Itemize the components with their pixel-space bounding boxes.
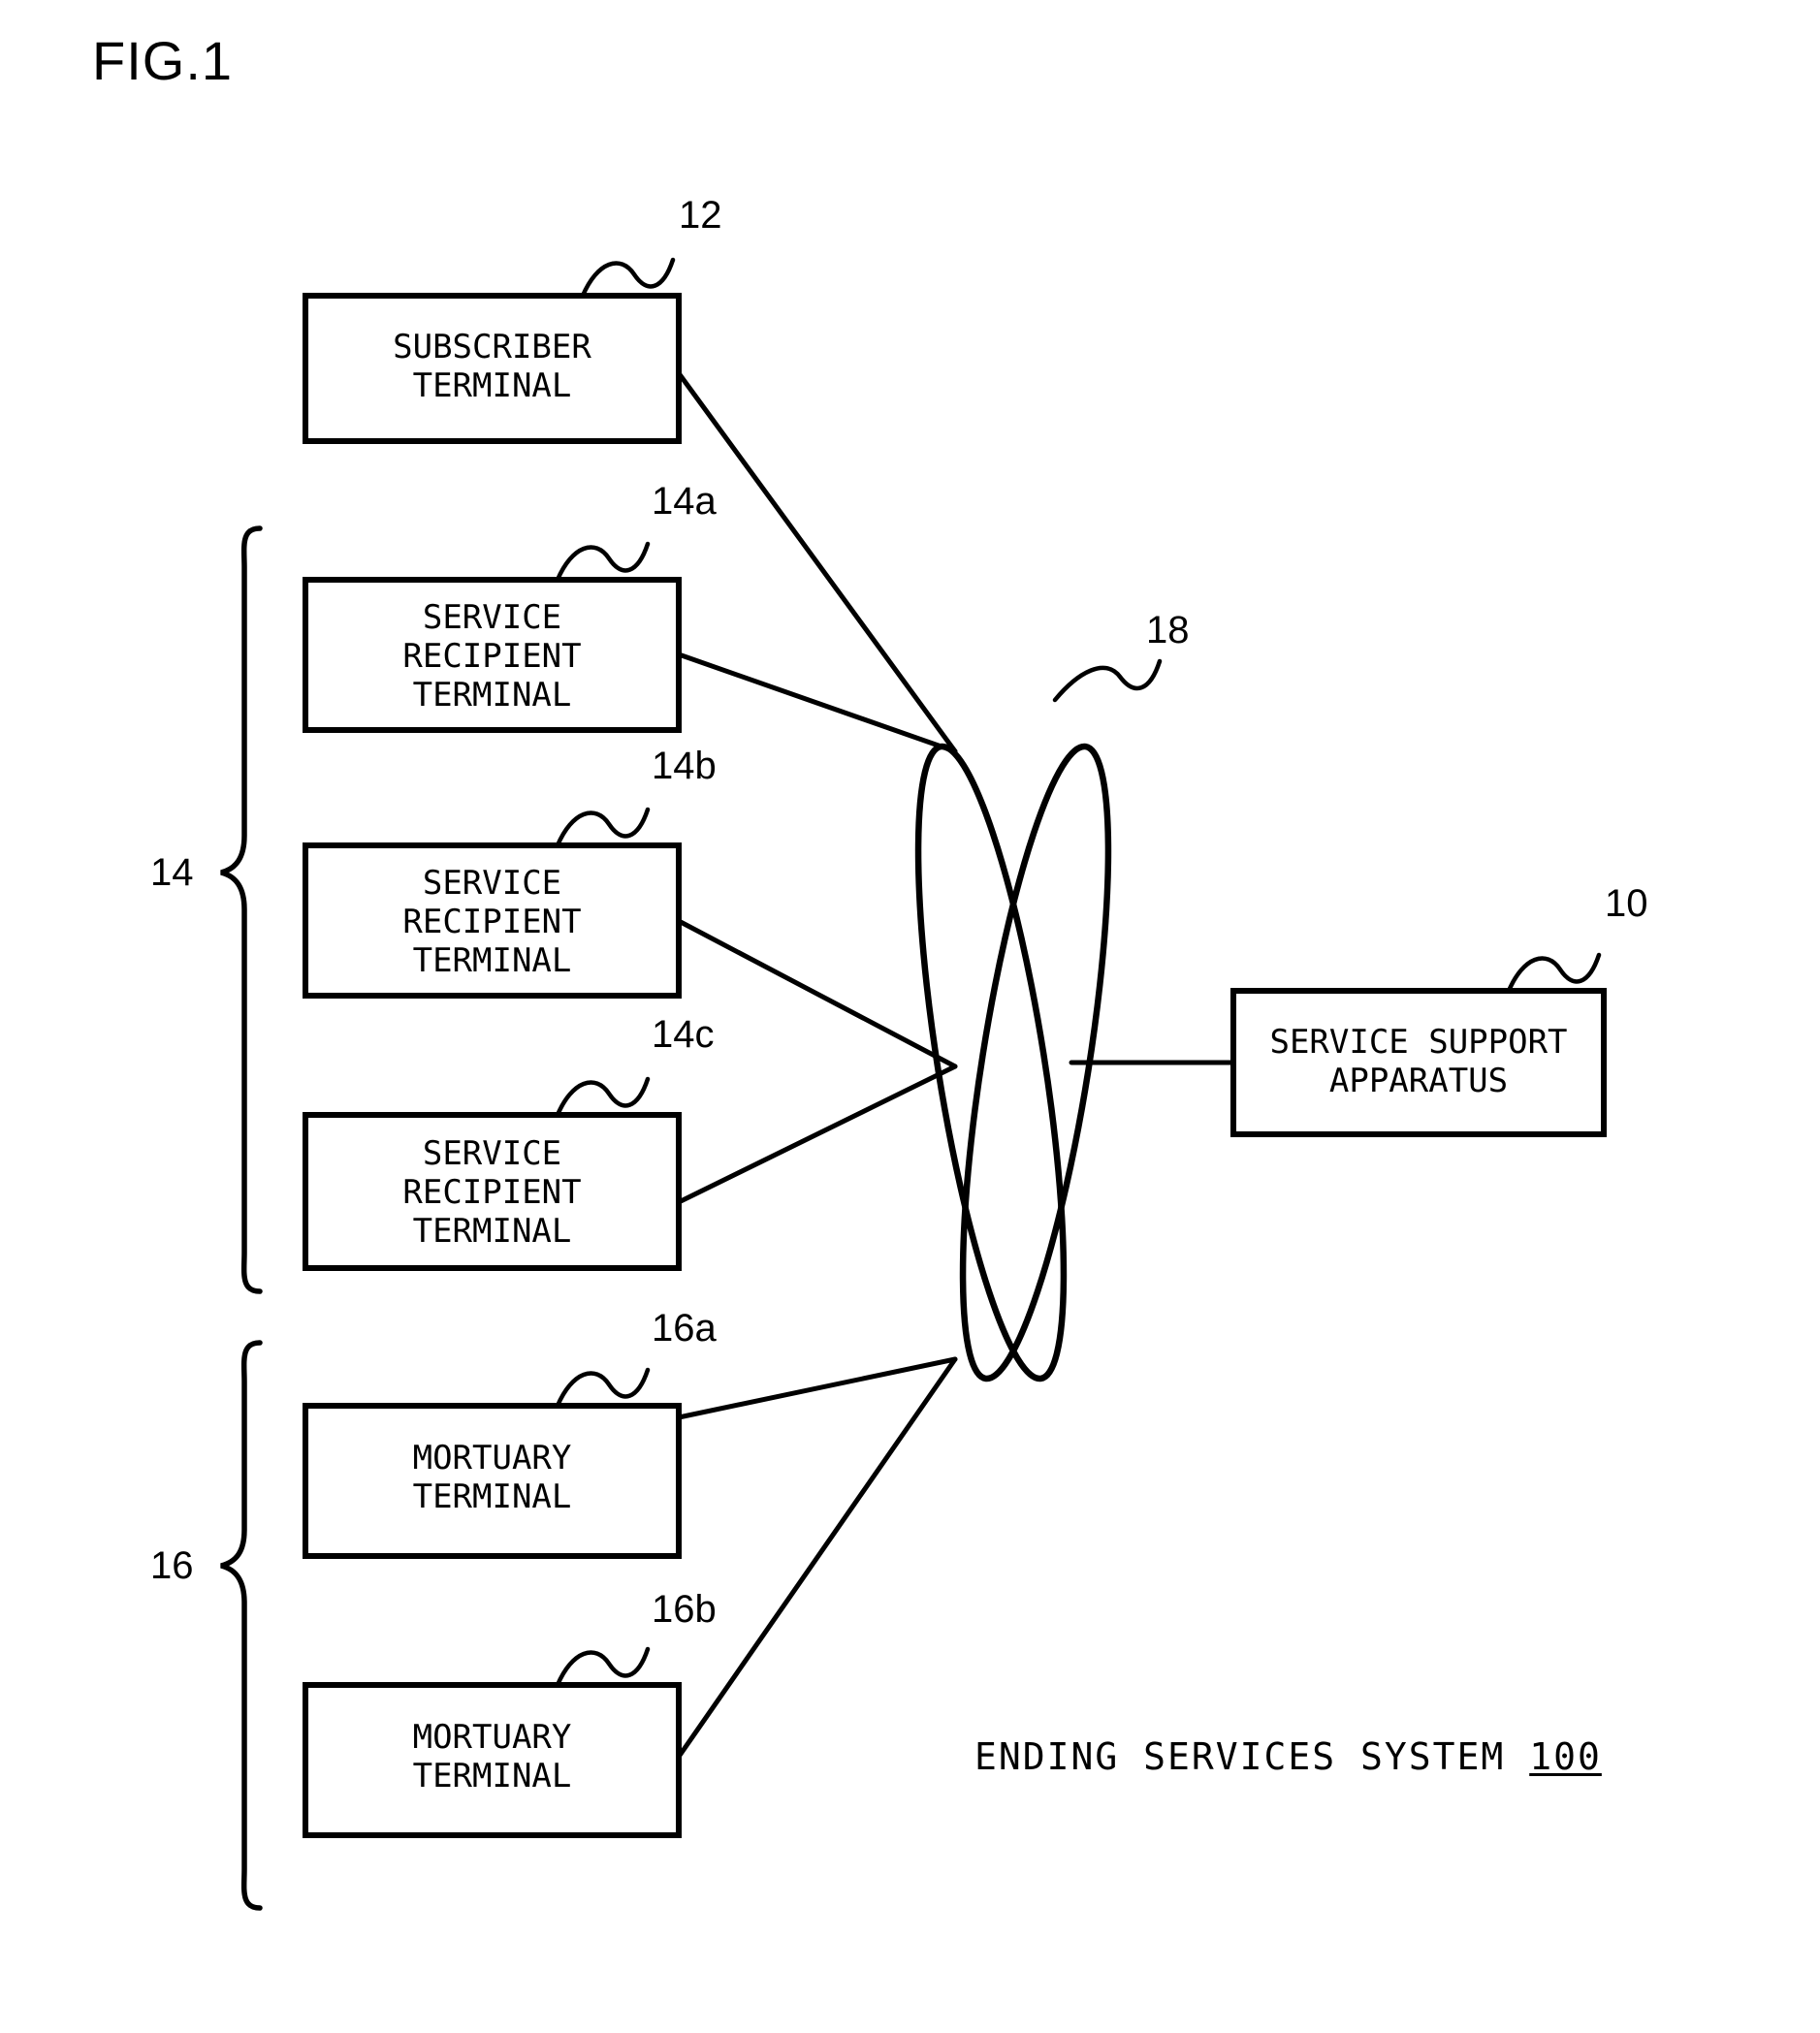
leader-14b <box>555 807 651 848</box>
group-braces <box>220 525 263 1911</box>
ref-numeral-14a: 14a <box>652 480 717 523</box>
box-subscriber-terminal <box>303 293 682 444</box>
ref-numeral-16a: 16a <box>652 1307 717 1350</box>
leader-12 <box>580 257 676 299</box>
link-mortuary-b-to-network <box>676 1356 958 1760</box>
ref-numeral-group-14: 14 <box>150 851 194 894</box>
link-recipient-c-to-network <box>676 1064 958 1205</box>
brace-service-recipient <box>220 525 263 1294</box>
ref-numeral-16b: 16b <box>652 1588 717 1631</box>
reference-leaders <box>555 257 1602 1688</box>
ref-numeral-group-16: 16 <box>150 1544 194 1587</box>
system-caption-ref: 100 <box>1529 1735 1602 1778</box>
network-ellipse-left <box>914 743 1068 1382</box>
patent-figure: FIG.1 SUBSCRIBER TERMINAL SERVICE RECIPI… <box>0 0 1820 2033</box>
leader-14a <box>555 541 651 583</box>
box-mortuary-terminal-a <box>303 1403 682 1559</box>
connection-lines <box>676 370 1236 1760</box>
ref-numeral-14b: 14b <box>652 745 717 787</box>
box-service-recipient-terminal-a <box>303 577 682 733</box>
leader-16b <box>555 1646 651 1688</box>
leader-16a <box>555 1367 651 1409</box>
box-service-recipient-terminal-c <box>303 1112 682 1271</box>
ref-numeral-12: 12 <box>679 194 722 237</box>
link-subscriber-to-network <box>676 370 958 754</box>
box-mortuary-terminal-b <box>303 1682 682 1838</box>
system-caption-text: ENDING SERVICES SYSTEM <box>974 1735 1530 1778</box>
figure-canvas <box>220 257 1607 1911</box>
leader-14c <box>555 1076 651 1118</box>
ref-numeral-14c: 14c <box>652 1013 715 1056</box>
box-service-recipient-terminal-b <box>303 842 682 999</box>
ref-numeral-10: 10 <box>1605 882 1648 925</box>
link-recipient-b-to-network <box>676 918 958 1069</box>
box-service-support-apparatus <box>1230 988 1607 1137</box>
link-recipient-a-to-network <box>676 651 958 754</box>
brace-mortuary <box>220 1340 263 1911</box>
link-mortuary-a-to-network <box>676 1356 958 1420</box>
ref-numeral-18: 18 <box>1146 609 1190 651</box>
leader-10 <box>1506 952 1602 994</box>
leader-18 <box>1052 658 1163 703</box>
system-caption: ENDING SERVICES SYSTEM 100 <box>974 1735 1602 1778</box>
